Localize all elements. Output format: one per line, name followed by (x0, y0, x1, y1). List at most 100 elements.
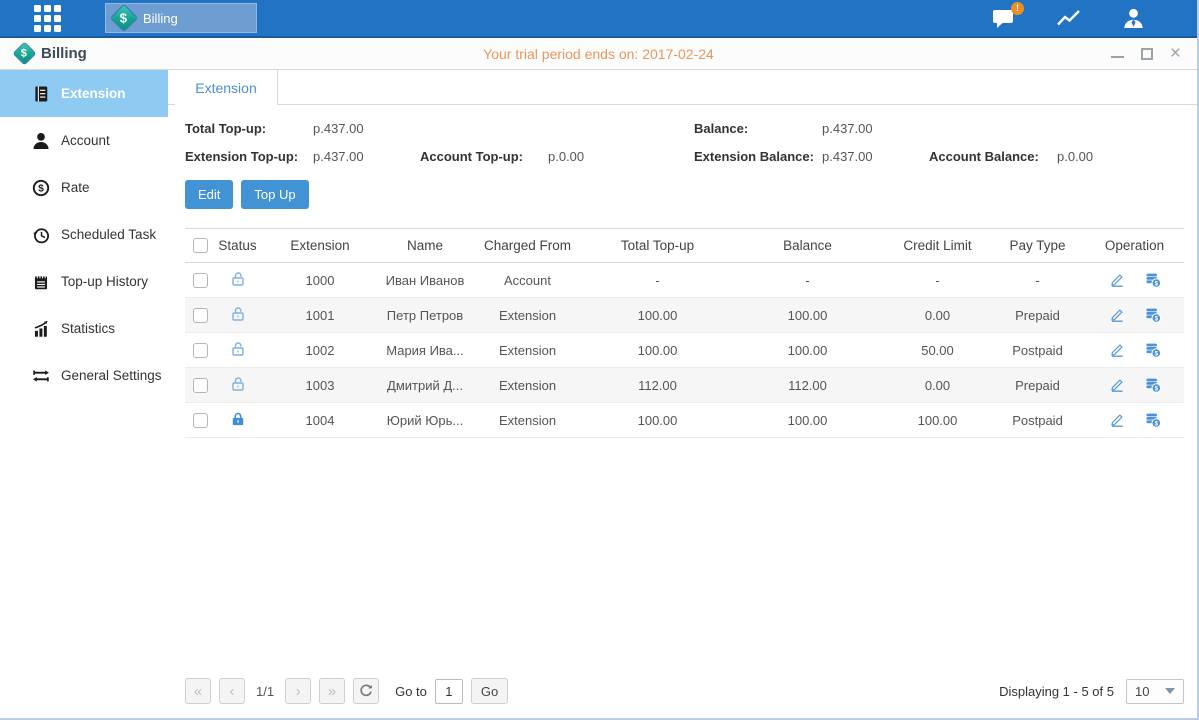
total-topup-cell: 100.00 (585, 343, 730, 358)
topup-row-button[interactable] (1145, 412, 1161, 428)
edit-row-button[interactable] (1109, 342, 1125, 358)
edit-row-button[interactable] (1109, 412, 1125, 428)
close-button[interactable]: × (1170, 47, 1181, 61)
table-row[interactable]: 1002 Мария Ива... Extension 100.00 100.0… (185, 333, 1184, 368)
pay-type-cell: Prepaid (990, 378, 1085, 393)
taskbar-item-billing[interactable]: $ Billing (105, 3, 257, 33)
credit-limit-cell: 0.00 (885, 378, 990, 393)
pagination: « ‹ 1/1 › » Go to Go (185, 678, 508, 704)
sidebar-item-label: Top-up History (61, 274, 148, 289)
sidebar-item-label: Statistics (61, 321, 115, 336)
user-icon (1122, 7, 1145, 30)
extension-cell: 1000 (260, 273, 380, 288)
next-page-button[interactable]: › (285, 678, 311, 704)
pay-type-cell: - (990, 273, 1085, 288)
app-grid-button[interactable] (34, 5, 61, 32)
extension-table: Status Extension Name Charged From Total… (185, 228, 1184, 438)
edit-row-button[interactable] (1109, 272, 1125, 288)
page-size-value: 10 (1135, 684, 1149, 699)
name-cell: Юрий Юрь... (380, 413, 470, 428)
account-balance-value: p.0.00 (1057, 149, 1093, 164)
apps-grid-icon (34, 5, 61, 32)
sidebar-item-rate[interactable]: $ Rate (0, 164, 168, 211)
user-menu-button[interactable] (1122, 7, 1145, 30)
col-name: Name (380, 238, 470, 253)
balance-cell: 100.00 (730, 343, 885, 358)
row-checkbox[interactable] (193, 343, 208, 358)
table-row[interactable]: 1001 Петр Петров Extension 100.00 100.00… (185, 298, 1184, 333)
charged-from-cell: Extension (470, 413, 585, 428)
rate-icon: $ (32, 179, 50, 197)
row-checkbox[interactable] (193, 273, 208, 288)
edit-row-button[interactable] (1109, 307, 1125, 323)
sidebar-item-label: Extension (61, 86, 126, 101)
charged-from-cell: Account (470, 273, 585, 288)
pay-type-cell: Prepaid (990, 308, 1085, 323)
topup-history-icon (32, 273, 50, 291)
table-row[interactable]: 1000 Иван Иванов Account - - - - (185, 263, 1184, 298)
last-page-button[interactable]: » (319, 678, 345, 704)
name-cell: Дмитрий Д... (380, 378, 470, 393)
col-extension: Extension (260, 238, 380, 253)
sidebar-item-scheduled-task[interactable]: Scheduled Task (0, 211, 168, 258)
topup-row-button[interactable] (1145, 272, 1161, 288)
goto-page-input[interactable] (435, 679, 463, 704)
refresh-button[interactable] (353, 678, 379, 704)
edit-row-button[interactable] (1109, 377, 1125, 393)
minimize-button[interactable] (1111, 49, 1124, 58)
table-row[interactable]: 1004 Юрий Юрь... Extension 100.00 100.00… (185, 403, 1184, 438)
statistics-nav-button[interactable] (1056, 7, 1082, 29)
topup-row-button[interactable] (1145, 307, 1161, 323)
sidebar-item-general-settings[interactable]: General Settings (0, 352, 168, 399)
col-total-topup: Total Top-up (585, 238, 730, 253)
total-topup-value: p.437.00 (313, 121, 364, 136)
go-button[interactable]: Go (471, 678, 508, 704)
statistics-icon (32, 320, 50, 338)
row-checkbox[interactable] (193, 413, 208, 428)
balance-cell: 100.00 (730, 308, 885, 323)
topup-row-button[interactable] (1145, 342, 1161, 358)
edit-button[interactable]: Edit (185, 180, 233, 209)
sidebar-item-account[interactable]: Account (0, 117, 168, 164)
row-checkbox[interactable] (193, 378, 208, 393)
sidebar-item-extension[interactable]: Extension (0, 70, 168, 117)
page-indicator: 1/1 (256, 684, 274, 699)
charged-from-cell: Extension (470, 378, 585, 393)
account-topup-label: Account Top-up: (420, 149, 548, 164)
first-page-button[interactable]: « (185, 678, 211, 704)
page-size-select[interactable]: 10 (1126, 679, 1184, 704)
col-status: Status (215, 238, 260, 253)
extension-icon (32, 85, 50, 103)
extension-cell: 1003 (260, 378, 380, 393)
table-row[interactable]: 1003 Дмитрий Д... Extension 112.00 112.0… (185, 368, 1184, 403)
row-checkbox[interactable] (193, 308, 208, 323)
balance-label: Balance: (694, 121, 822, 136)
sidebar-item-label: Rate (61, 180, 90, 195)
billing-app-window: $ Billing ! (0, 0, 1199, 720)
coins-icon (1145, 307, 1161, 323)
pay-type-cell: Postpaid (990, 343, 1085, 358)
svg-text:$: $ (38, 183, 44, 194)
total-topup-cell: - (585, 273, 730, 288)
window-title-group: $ Billing (16, 45, 87, 62)
sidebar-item-topup-history[interactable]: Top-up History (0, 258, 168, 305)
credit-limit-cell: 100.00 (885, 413, 990, 428)
messages-button[interactable]: ! (992, 8, 1016, 29)
name-cell: Мария Ива... (380, 343, 470, 358)
top-up-button[interactable]: Top Up (241, 180, 308, 209)
prev-page-button[interactable]: ‹ (219, 678, 245, 704)
tab-extension[interactable]: Extension (175, 70, 278, 105)
balance-value: p.437.00 (822, 121, 873, 136)
topup-row-button[interactable] (1145, 377, 1161, 393)
coins-icon (1145, 342, 1161, 358)
coins-icon (1145, 377, 1161, 393)
charged-from-cell: Extension (470, 343, 585, 358)
unlocked-icon (230, 306, 246, 322)
minimize-icon (1111, 49, 1124, 58)
select-all-checkbox[interactable] (193, 238, 208, 253)
sidebar-item-statistics[interactable]: Statistics (0, 305, 168, 352)
pencil-icon (1109, 412, 1125, 428)
maximize-button[interactable] (1141, 48, 1153, 60)
unlocked-icon (230, 271, 246, 287)
table-footer: « ‹ 1/1 › » Go to Go Displaying 1 - 5 of… (185, 668, 1184, 714)
